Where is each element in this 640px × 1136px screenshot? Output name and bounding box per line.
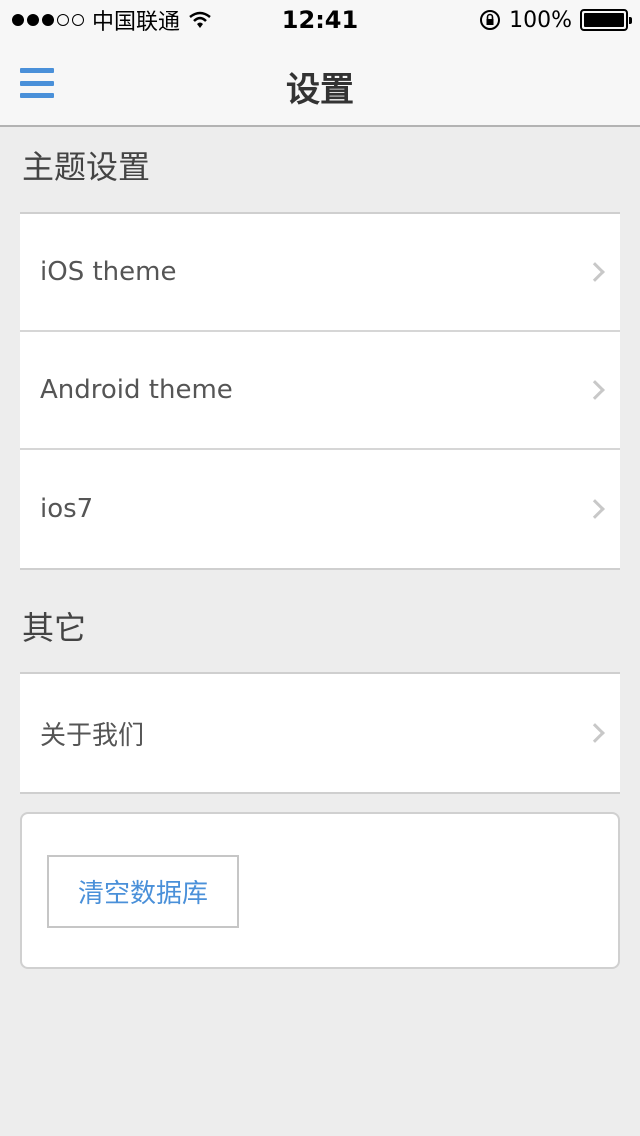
clear-database-button[interactable]: 清空数据库 <box>47 855 239 928</box>
other-section-title: 其它 <box>22 609 87 647</box>
chevron-right-icon <box>585 499 605 519</box>
list-item-label: 关于我们 <box>40 720 145 751</box>
rotation-lock-icon <box>480 10 501 30</box>
list-item-ios-theme[interactable]: iOS theme <box>20 214 620 332</box>
status-right: 100% <box>479 6 632 34</box>
list-item-ios7[interactable]: ios7 <box>20 450 620 568</box>
list-item-label: ios7 <box>40 494 94 524</box>
chevron-right-icon <box>585 723 605 743</box>
page-title: 设置 <box>286 70 354 110</box>
list-item-label: iOS theme <box>40 257 177 287</box>
chevron-right-icon <box>585 262 605 282</box>
list-item-android-theme[interactable]: Android theme <box>20 332 620 450</box>
navigation-bar: 设置 <box>0 40 640 127</box>
list-item-about-us[interactable]: 关于我们 <box>20 674 620 792</box>
chevron-right-icon <box>585 380 605 400</box>
list-item-label: Android theme <box>40 375 233 405</box>
battery-percentage: 100% <box>509 7 572 33</box>
theme-section-title: 主题设置 <box>22 148 151 186</box>
status-bar: 中国联通 12:41 100% <box>0 0 640 40</box>
other-list: 关于我们 <box>20 672 620 794</box>
battery-icon <box>580 9 632 31</box>
action-card: 清空数据库 <box>20 812 620 969</box>
theme-list: iOS theme Android theme ios7 <box>20 212 620 570</box>
